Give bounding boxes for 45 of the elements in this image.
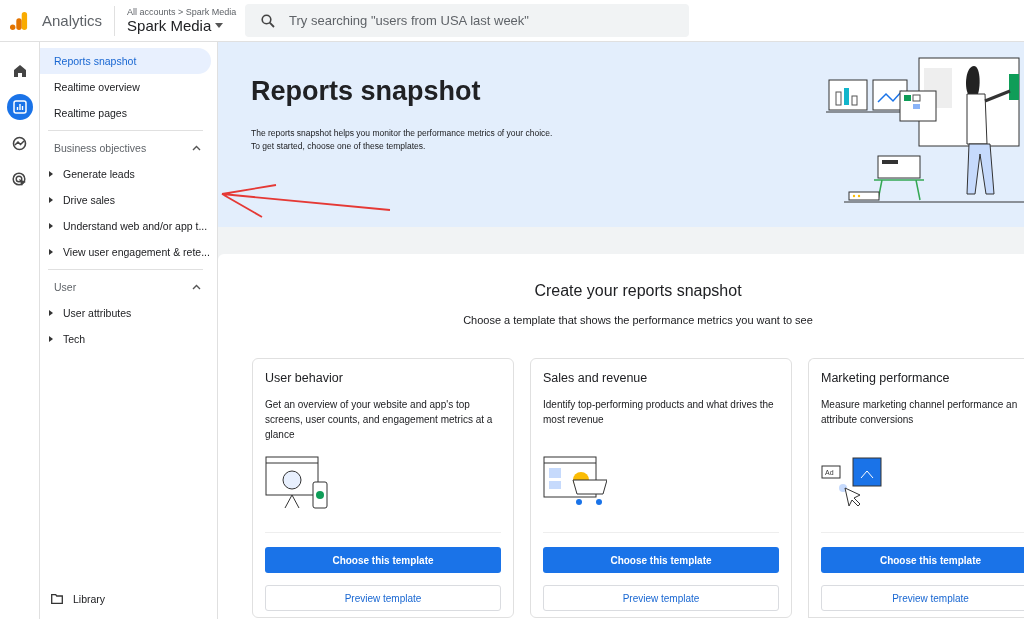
reports-icon[interactable] bbox=[6, 94, 33, 120]
preview-template-button[interactable]: Preview template bbox=[265, 585, 501, 611]
templates-title: Create your reports snapshot bbox=[533, 282, 743, 300]
page-title: Reports snapshot bbox=[251, 76, 482, 107]
app-name: Analytics bbox=[42, 5, 116, 36]
expand-arrow-icon bbox=[49, 223, 53, 229]
choose-template-button[interactable]: Choose this template bbox=[265, 547, 501, 573]
caret-icon bbox=[215, 23, 224, 28]
section-title: Business objectives bbox=[54, 142, 147, 154]
sidebar-item[interactable]: Drive sales bbox=[40, 187, 211, 213]
expand-arrow-icon bbox=[49, 171, 53, 177]
card-description: Identify top-performing products and what drives the most revenue bbox=[543, 398, 775, 427]
templates-subtitle: Choose a template that shows the performance metrics you want to see bbox=[462, 314, 814, 326]
preview-template-button[interactable]: Preview template bbox=[821, 585, 1024, 611]
card-description: Measure marketing channel performance an attribute conversions bbox=[821, 398, 1019, 427]
folder-icon bbox=[51, 594, 63, 604]
choose-template-button[interactable]: Choose this template bbox=[821, 547, 1024, 573]
card-title: User behavior bbox=[265, 371, 344, 385]
preview-template-button[interactable]: Preview template bbox=[543, 585, 779, 611]
monitor-phone-drawing bbox=[265, 456, 329, 510]
sidebar-item[interactable]: Realtime pages bbox=[40, 100, 211, 126]
card-title: Sales and revenue bbox=[543, 371, 649, 385]
expand-arrow-icon bbox=[49, 310, 53, 316]
analytics-logo-icon bbox=[10, 10, 28, 31]
search-icon bbox=[261, 13, 276, 28]
account-selector[interactable]: Spark Media bbox=[127, 17, 240, 34]
library-link[interactable]: Library bbox=[40, 587, 211, 611]
card-title: Marketing performance bbox=[821, 371, 951, 385]
sidebar-item[interactable]: Understand web and/or app t... bbox=[40, 213, 211, 239]
expand-arrow-icon bbox=[49, 249, 53, 255]
sidebar-item[interactable]: Tech bbox=[40, 326, 211, 352]
sidebar-item[interactable]: Generate leads bbox=[40, 161, 211, 187]
expand-arrow-icon bbox=[49, 336, 53, 342]
card-description: Get an overview of your website and app's top screens, user counts, and engagement metrics at a glance bbox=[265, 398, 494, 442]
section-title: User bbox=[54, 281, 77, 293]
sidebar-item[interactable]: Realtime overview bbox=[40, 74, 211, 100]
chevron-up-icon[interactable] bbox=[192, 284, 201, 290]
sidebar-item[interactable]: Reports snapshot bbox=[40, 48, 211, 74]
page-description: The reports snapshot helps you monitor the performance metrics of your choice. To get started, choose one of these templates. bbox=[251, 127, 553, 153]
sidebar-item[interactable]: User attributes bbox=[40, 300, 211, 326]
sidebar-item[interactable]: View user engagement & rete... bbox=[40, 239, 211, 265]
chevron-up-icon[interactable] bbox=[192, 145, 201, 151]
breadcrumb[interactable]: All accounts > Spark Media bbox=[127, 7, 240, 17]
expand-arrow-icon bbox=[49, 197, 53, 203]
choose-template-button[interactable]: Choose this template bbox=[543, 547, 779, 573]
